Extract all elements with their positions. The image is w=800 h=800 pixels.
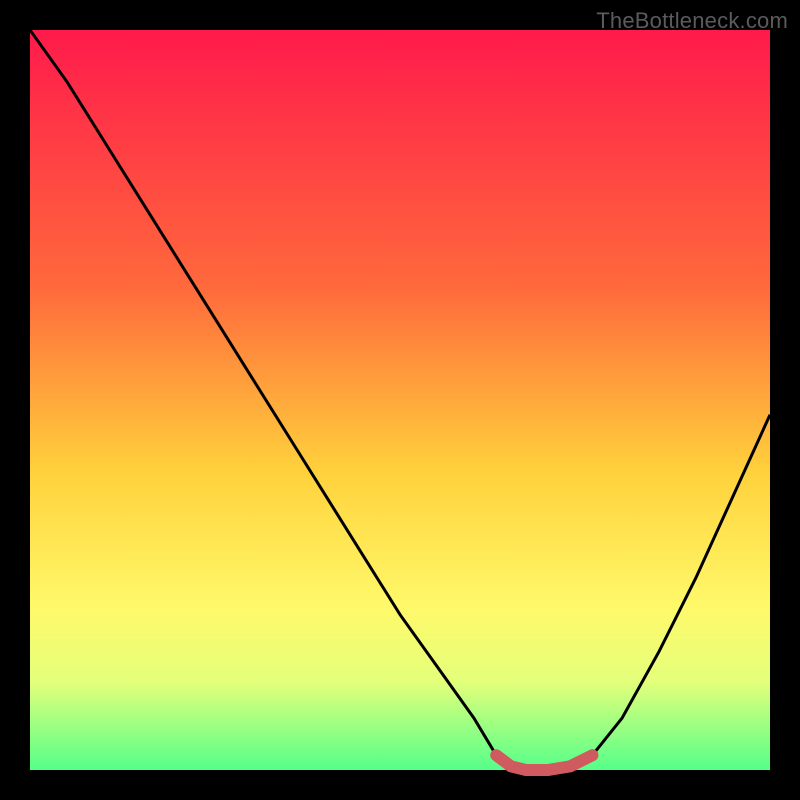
plot-area <box>30 30 770 770</box>
chart-frame: TheBottleneck.com <box>0 0 800 800</box>
watermark-text: TheBottleneck.com <box>596 8 788 34</box>
optimal-band <box>496 755 592 770</box>
curve-layer <box>30 30 770 770</box>
bottleneck-curve <box>30 30 770 770</box>
